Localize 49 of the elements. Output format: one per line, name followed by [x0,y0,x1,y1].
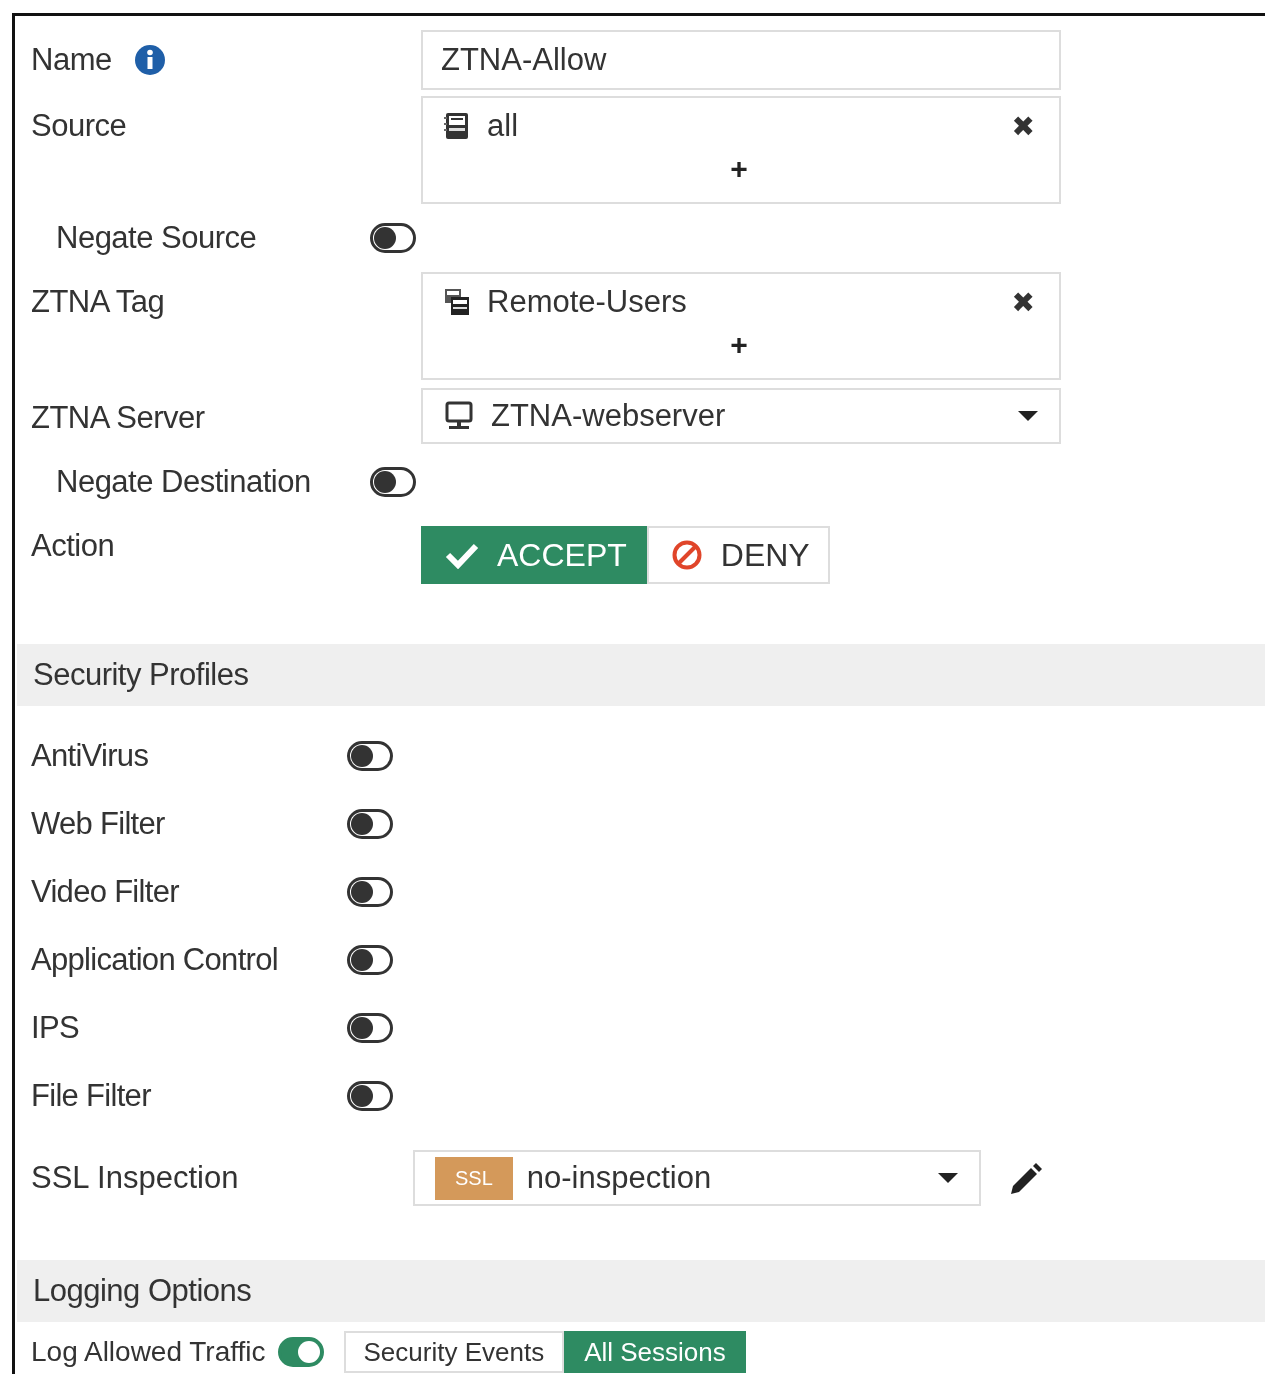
toggle-switch[interactable] [347,1013,393,1043]
server-dropdown[interactable]: ZTNA-webserver [421,388,1061,444]
toggle-switch[interactable] [347,809,393,839]
deny-button[interactable]: DENY [646,526,830,584]
field-label: SSL Inspection [31,1160,240,1196]
section-header: Security Profiles [17,644,1265,706]
field-label: Name [31,42,112,78]
remove-icon[interactable]: ✖ [1011,285,1035,319]
log-option-button[interactable]: All Sessions [564,1331,746,1373]
field-label: Negate Source [56,220,257,256]
entry-text: Remote-Users [487,284,687,320]
section-header: Logging Options [17,1260,1265,1322]
ssl-dropdown[interactable]: SSL no-inspection [413,1150,981,1206]
profile-label: Web Filter [31,806,166,842]
toggle-switch[interactable] [347,741,393,771]
toggle-switch[interactable] [347,945,393,975]
accept-button[interactable]: ACCEPT [421,526,647,584]
toggle-switch[interactable] [370,467,416,497]
log-option-button[interactable]: Security Events [343,1331,565,1373]
field-label: Source [31,108,127,144]
add-icon[interactable]: + [730,152,748,186]
multi-select-field[interactable]: all ✖ + [421,96,1061,204]
field-label: Log Allowed Traffic [31,1336,266,1368]
caret-icon [937,1171,959,1185]
field-label: ZTNA Tag [31,284,165,320]
field-label: ZTNA Server [31,400,205,436]
check-icon [445,541,479,569]
name-input[interactable]: ZTNA-Allow [421,30,1061,90]
toggle-switch[interactable] [277,1337,324,1367]
profile-label: Video Filter [31,874,180,910]
toggle-switch[interactable] [347,1081,393,1111]
toggle-switch[interactable] [370,223,416,253]
monitor-icon [443,401,475,431]
group-icon [443,287,471,317]
field-label: Action [31,528,115,564]
field-label: Negate Destination [56,464,311,500]
profile-label: IPS [31,1010,80,1046]
remove-icon[interactable]: ✖ [1011,109,1035,143]
entry-text: all [487,108,518,144]
add-icon[interactable]: + [730,328,748,362]
profile-label: Application Control [31,942,279,978]
address-icon [443,111,471,141]
prohibited-icon [670,539,703,571]
ssl-badge: SSL [435,1156,513,1200]
caret-icon [1017,409,1039,423]
multi-select-field[interactable]: Remote-Users ✖ + [421,272,1061,380]
profile-label: File Filter [31,1078,152,1114]
profile-label: AntiVirus [31,738,150,774]
toggle-switch[interactable] [347,877,393,907]
